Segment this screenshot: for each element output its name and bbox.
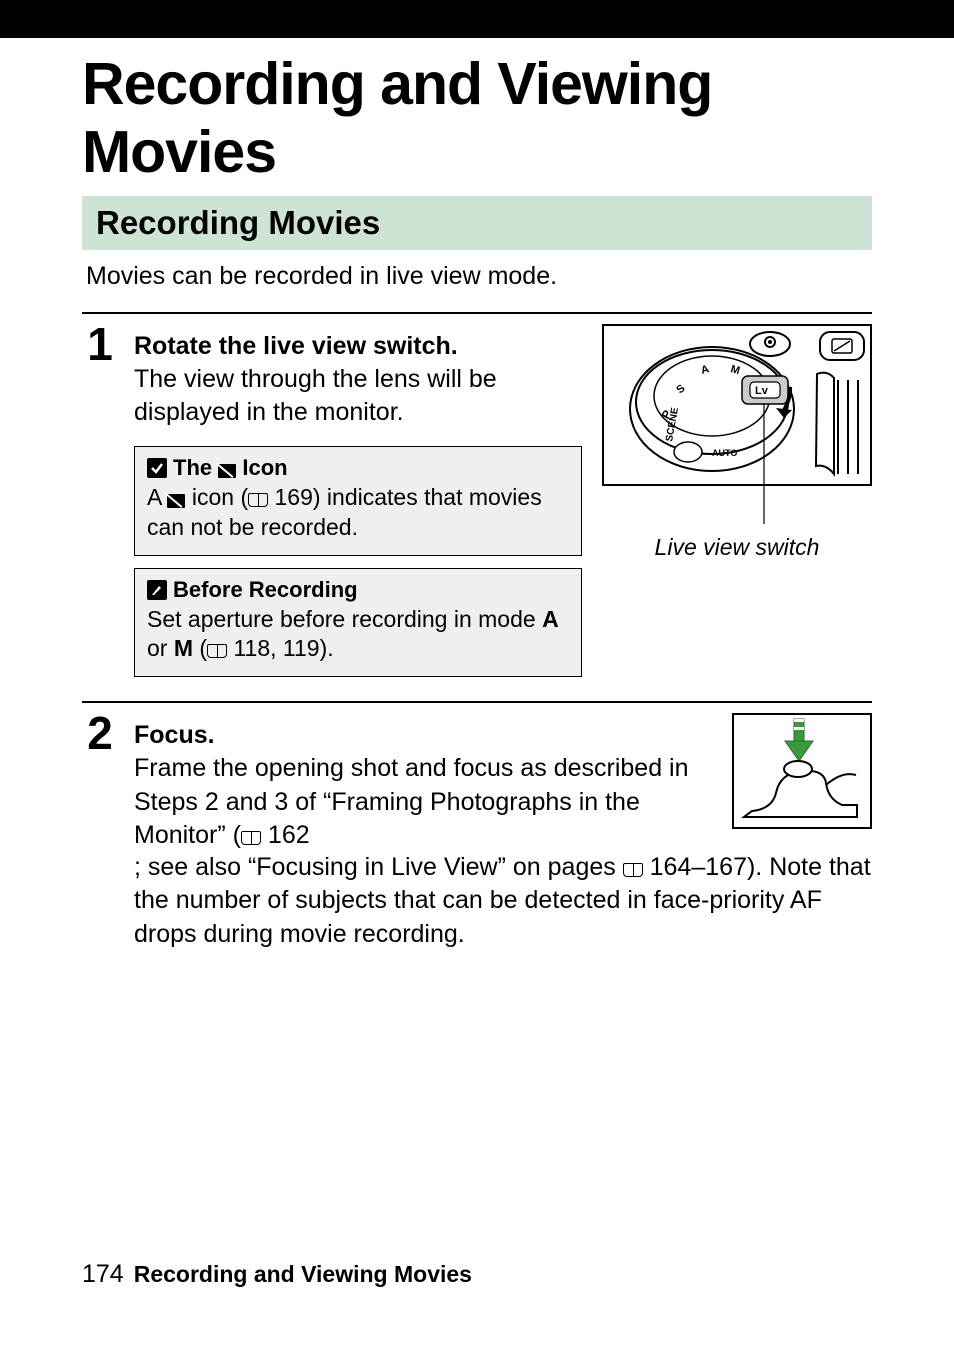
step-2-b: ; see also “Focusing in Live View” on pa… — [134, 853, 623, 881]
illustration-shutter-press — [732, 713, 872, 829]
step-2-title: Focus. — [134, 721, 712, 750]
camera-dial-illustration: P S A M SCENE AUTO Lv — [602, 324, 872, 524]
book-icon — [207, 644, 227, 658]
mode-a: A — [542, 606, 559, 632]
callout-icon-body-a: A — [147, 484, 167, 510]
caution-icon — [147, 458, 167, 478]
step-1: 1 Rotate the live view switch. The view … — [82, 320, 872, 678]
step-1-text: The view through the lens will be displa… — [134, 363, 582, 430]
page-top-bar — [0, 0, 954, 38]
callout-before-body-c: ( — [193, 635, 207, 661]
step-number: 1 — [82, 324, 118, 678]
page-content: Recording and Viewing Movies Recording M… — [0, 50, 954, 951]
callout-before-ref: 118, 119 — [233, 635, 319, 661]
step-2-text-part2: ; see also “Focusing in Live View” on pa… — [134, 851, 872, 952]
book-icon — [241, 831, 261, 845]
step-2-ref-b: 164–167 — [650, 853, 747, 881]
section-heading: Recording Movies — [82, 196, 872, 250]
step-2-a: Frame the opening shot and focus as desc… — [134, 754, 689, 849]
step-number: 2 — [82, 713, 118, 951]
callout-before-title: Before Recording — [147, 577, 569, 603]
note-icon — [147, 580, 167, 600]
callout-before-body: Set aperture before recording in mode A … — [147, 605, 569, 665]
book-icon — [248, 493, 268, 507]
video-off-icon — [167, 494, 185, 508]
callout-before-body-d: ). — [320, 635, 334, 661]
illustration-live-view-switch: P S A M SCENE AUTO Lv — [602, 324, 872, 561]
video-off-icon — [218, 464, 236, 478]
callout-icon-box: The Icon A icon ( 169) indicates that mo… — [134, 446, 582, 556]
step-2-ref-a: 162 — [268, 821, 310, 849]
callout-icon-title-prefix: The — [173, 455, 218, 480]
step-2-text-part1: Frame the opening shot and focus as desc… — [134, 752, 712, 853]
page-number: 174 — [82, 1260, 124, 1289]
callout-before-body-b: or — [147, 635, 174, 661]
page-footer: 174 Recording and Viewing Movies — [82, 1260, 472, 1289]
callout-icon-title-suffix: Icon — [236, 455, 287, 480]
intro-text: Movies can be recorded in live view mode… — [82, 260, 872, 294]
callout-before-box: Before Recording Set aperture before rec… — [134, 568, 582, 678]
illustration-caption: Live view switch — [655, 534, 820, 561]
svg-text:Lv: Lv — [755, 385, 769, 397]
callout-before-title-text: Before Recording — [173, 577, 358, 603]
mode-m: M — [174, 635, 193, 661]
step-1-title: Rotate the live view switch. — [134, 332, 582, 361]
callout-icon-ref: 169 — [275, 484, 313, 510]
book-icon — [623, 863, 643, 877]
step-2: 2 Focus. Frame the opening shot and focu… — [82, 709, 872, 951]
callout-before-body-a: Set aperture before recording in mode — [147, 606, 542, 632]
divider — [82, 701, 872, 703]
callout-icon-body: A icon ( 169) indicates that movies can … — [147, 483, 569, 543]
divider — [82, 312, 872, 314]
callout-icon-title: The Icon — [147, 455, 569, 481]
footer-title: Recording and Viewing Movies — [134, 1261, 472, 1288]
callout-icon-body-b: icon ( — [185, 484, 248, 510]
svg-text:AUTO: AUTO — [712, 448, 737, 458]
chapter-title: Recording and Viewing Movies — [82, 50, 872, 186]
